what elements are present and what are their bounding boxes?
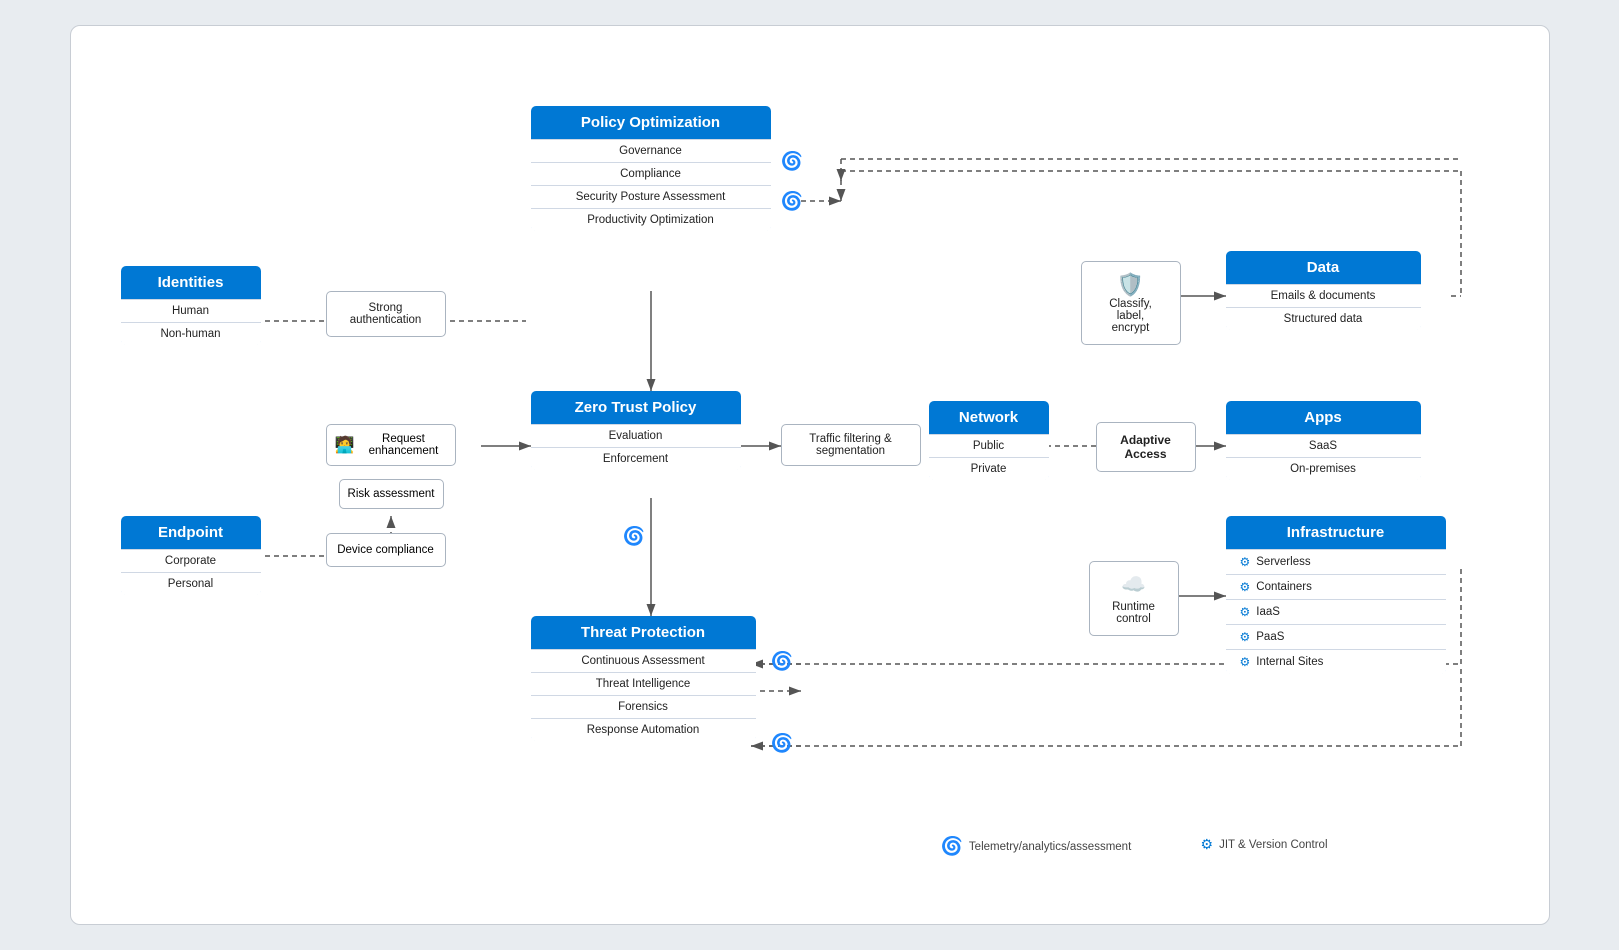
tp-row-ra: Response Automation [531,718,756,741]
infra-row-sl: ⚙ Serverless [1226,549,1446,574]
request-enhancement-box: 🧑‍💻 Request enhancement [326,424,456,466]
ztp-title: Zero Trust Policy [531,391,741,424]
ztp-row-eval: Evaluation [531,424,741,447]
infrastructure-box: Infrastructure ⚙ Serverless ⚙ Containers… [1226,516,1446,674]
endpoint-row-personal: Personal [121,572,261,595]
tp-title: Threat Protection [531,616,756,649]
endpoint-row-corp: Corporate [121,549,261,572]
risk-assessment-box: Risk assessment [339,479,444,509]
runtime-control-box: ☁️ Runtime control [1089,561,1179,636]
threat-protection-box: Threat Protection Continuous Assessment … [531,616,756,741]
network-box: Network Public Private [929,401,1049,480]
device-compliance-label: Device compliance [335,544,437,556]
identities-box: Identities Human Non-human [121,266,261,345]
network-row-pub: Public [929,434,1049,457]
legend-telemetry: 🌀 Telemetry/analytics/assessment [941,836,1132,857]
telemetry-icon-top2: 🌀 [781,191,803,212]
ztp-row-enf: Enforcement [531,447,741,470]
adaptive-access-box: Adaptive Access [1096,422,1196,472]
legend-telemetry-label: Telemetry/analytics/assessment [969,841,1131,853]
identities-row-human: Human [121,299,261,322]
strong-auth-box: Strong authentication [326,291,446,337]
tp-row-ca: Continuous Assessment [531,649,756,672]
adaptive-access-label: Adaptive Access [1105,433,1187,461]
infra-row-sites: ⚙ Internal Sites [1226,649,1446,674]
legend-jit-label: JIT & Version Control [1219,839,1327,851]
request-label: Request enhancement [360,433,446,457]
tp-row-ti: Threat Intelligence [531,672,756,695]
classify-icon: 🛡️ [1090,272,1172,298]
endpoint-box: Endpoint Corporate Personal [121,516,261,595]
apps-box: Apps SaaS On-premises [1226,401,1421,480]
runtime-label: Runtime control [1098,601,1170,625]
telemetry-icon-mid: 🌀 [623,526,645,547]
apps-row-onprem: On-premises [1226,457,1421,480]
data-row-structured: Structured data [1226,307,1421,330]
classify-label: Classify, label, encrypt [1090,298,1172,334]
traffic-filtering-box: Traffic filtering & segmentation [781,424,921,466]
tp-row-for: Forensics [531,695,756,718]
device-compliance-box: Device compliance [326,533,446,567]
legend-jit-icon: ⚙ [1201,836,1214,853]
po-row-spa: Security Posture Assessment [531,185,771,208]
jit-icon-sites: ⚙ [1240,655,1251,669]
infra-title: Infrastructure [1226,516,1446,549]
infra-row-con: ⚙ Containers [1226,574,1446,599]
network-title: Network [929,401,1049,434]
jit-icon-iaas: ⚙ [1240,605,1251,619]
telemetry-icon-tp2: 🌀 [771,733,793,754]
diagram-container: Identities Human Non-human Endpoint Corp… [70,25,1550,925]
person-icon: 🧑‍💻 [335,435,355,455]
apps-title: Apps [1226,401,1421,434]
identities-title: Identities [121,266,261,299]
policy-optimization-title: Policy Optimization [531,106,771,139]
classify-box: 🛡️ Classify, label, encrypt [1081,261,1181,345]
runtime-icon: ☁️ [1098,572,1170,597]
identities-row-nonhuman: Non-human [121,322,261,345]
infra-row-iaas: ⚙ IaaS [1226,599,1446,624]
infra-row-paas: ⚙ PaaS [1226,624,1446,649]
strong-auth-label: Strong authentication [335,302,437,326]
data-row-emails: Emails & documents [1226,284,1421,307]
legend-jit: ⚙ JIT & Version Control [1201,836,1328,853]
jit-icon-con: ⚙ [1240,580,1251,594]
zero-trust-policy-box: Zero Trust Policy Evaluation Enforcement [531,391,741,470]
data-box: Data Emails & documents Structured data [1226,251,1421,330]
po-row-prod: Productivity Optimization [531,208,771,231]
data-title: Data [1226,251,1421,284]
po-row-comp: Compliance [531,162,771,185]
telemetry-icon-tp1: 🌀 [771,651,793,672]
jit-icon-paas: ⚙ [1240,630,1251,644]
jit-icon-sl: ⚙ [1240,555,1251,569]
po-row-gov: Governance [531,139,771,162]
policy-optimization-box: Policy Optimization Governance Complianc… [531,106,771,231]
traffic-filtering-label: Traffic filtering & segmentation [792,433,910,457]
risk-assessment-label: Risk assessment [348,488,435,500]
apps-row-saas: SaaS [1226,434,1421,457]
network-row-priv: Private [929,457,1049,480]
telemetry-icon-top1: 🌀 [781,151,803,172]
legend-telemetry-icon: 🌀 [941,836,963,857]
endpoint-title: Endpoint [121,516,261,549]
